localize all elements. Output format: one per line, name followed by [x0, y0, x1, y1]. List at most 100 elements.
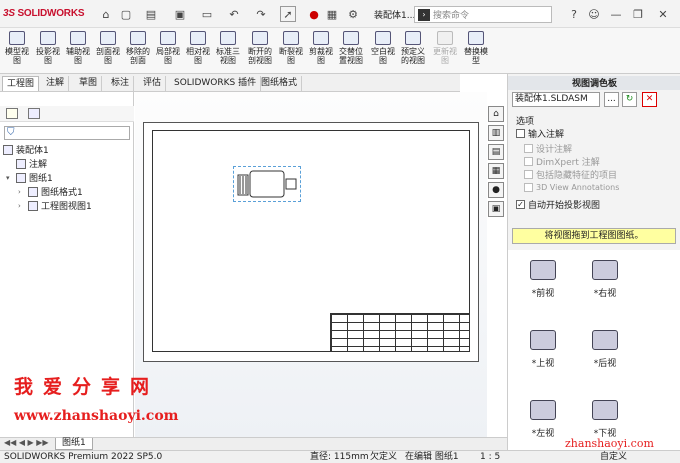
file-props-icon[interactable]: ▦ [324, 6, 340, 22]
status-custom[interactable]: 自定义 [600, 451, 627, 463]
tab-sheet-format[interactable]: 图纸格式 [257, 76, 303, 91]
print-icon[interactable]: ▭ [199, 6, 215, 22]
status-version: SOLIDWORKS Premium 2022 SP5.0 [4, 452, 163, 462]
command-manager: 模型视图 投影视图 辅助视图 剖面视图 移除的剖面 局部视图 相对视图 标准三视… [0, 28, 680, 74]
select-icon[interactable]: ➚ [280, 6, 296, 22]
appearances-icon[interactable]: ● [488, 182, 504, 198]
tab-sketch[interactable]: 草图 [75, 76, 103, 91]
auto-projected-view-checkbox[interactable]: ✓ 自动开始投影视图 [516, 198, 600, 211]
tab-evaluate[interactable]: 评估 [139, 76, 167, 91]
section-view-button[interactable]: 剖面视图 [93, 31, 123, 65]
drag-hint-banner: 将视图拖到工程图图纸。 [512, 228, 676, 244]
tree-item-drawing-view[interactable]: › 工程图视图1 [18, 199, 92, 212]
view-bottom[interactable]: *下视 [580, 400, 630, 439]
resources-icon[interactable]: ⌂ [488, 106, 504, 122]
open-icon[interactable]: ▤ [143, 6, 159, 22]
removed-section-icon [130, 31, 146, 45]
checkbox-unchecked-icon [516, 129, 525, 138]
watermark-title: 我爱分享网 [14, 376, 160, 398]
tab-annotation[interactable]: 注解 [42, 76, 70, 91]
empty-view-button[interactable]: 空白视图 [368, 31, 398, 65]
model-view-button[interactable]: 模型视图 [2, 31, 32, 65]
tab-drawing[interactable]: 工程图 [2, 76, 40, 91]
view-right[interactable]: *右视 [580, 260, 630, 299]
tree-item-sheet[interactable]: ▾ 图纸1 [6, 171, 53, 184]
replace-model-icon [468, 31, 484, 45]
drawing-view[interactable] [233, 166, 301, 202]
gear-icon[interactable]: ⚙ [345, 6, 361, 22]
tree-item-assembly[interactable]: 装配体1 [3, 143, 49, 156]
auxiliary-view-button[interactable]: 辅助视图 [63, 31, 93, 65]
relative-view-button[interactable]: 相对视图 [183, 31, 213, 65]
view-top[interactable]: *上视 [518, 330, 568, 369]
design-library-icon[interactable]: ▥ [488, 125, 504, 141]
tree-item-annotations[interactable]: 注解 [16, 157, 47, 170]
new-icon[interactable]: ▢ [118, 6, 134, 22]
tree-filter-input[interactable]: ⛉ [4, 126, 130, 140]
status-scale[interactable]: 1 : 5 [480, 451, 500, 463]
relative-view-icon [190, 31, 206, 45]
tree-item-sheet-format[interactable]: › 图纸格式1 [18, 185, 83, 198]
undo-icon[interactable]: ↶ [226, 6, 242, 22]
hidden-features-checkbox: 包括隐藏特征的项目 [524, 168, 617, 181]
minimize-icon[interactable]: — [608, 6, 624, 22]
sheet-nav-arrows-icon[interactable]: ◀◀ ◀ ▶ ▶▶ [4, 438, 49, 447]
redo-icon: ↷ [256, 7, 266, 21]
view-front[interactable]: *前视 [518, 260, 568, 299]
view-palette-icon[interactable]: ▦ [488, 163, 504, 179]
save-icon[interactable]: ▣ [172, 6, 188, 22]
view-thumbnails: *前视 *右视 *上视 *后视 *左视 *下视 [508, 250, 680, 450]
traffic-light-icon[interactable]: ● [306, 6, 322, 22]
watermark-url: www.zhanshaoyi.com [14, 408, 179, 424]
title-bar: 3S SOLIDWORKS ⌂ ▢ ▤ ▣ ▭ ↶ ↷ ➚ ● ▦ ⚙ 装配体1… [0, 0, 680, 28]
import-annotations-checkbox[interactable]: 输入注解 [516, 127, 564, 140]
watermark-url-small: zhanshaoyi.com [565, 437, 654, 450]
drawing-view-icon [28, 200, 38, 211]
search-input[interactable]: › 搜索命令 [414, 6, 552, 23]
refresh-icon[interactable]: ↻ [622, 92, 637, 107]
collapse-arrow-icon[interactable]: ▾ [6, 174, 14, 182]
browse-button[interactable]: ... [604, 92, 619, 107]
detail-view-button[interactable]: 局部视图 [153, 31, 183, 65]
crop-view-icon [313, 31, 329, 45]
view-left[interactable]: *左视 [518, 400, 568, 439]
command-prompt-icon: › [418, 8, 430, 21]
property-manager-icon[interactable] [28, 108, 40, 119]
replace-model-button[interactable]: 替换模型 [461, 31, 491, 65]
crop-view-button[interactable]: 剪裁视图 [306, 31, 336, 65]
predefined-view-button[interactable]: 预定义的视图 [398, 31, 428, 65]
home-icon[interactable]: ⌂ [98, 6, 114, 22]
view-back[interactable]: *后视 [580, 330, 630, 369]
palette-file-select[interactable]: 装配体1.SLDASM [512, 92, 600, 107]
sheet-icon [16, 172, 26, 183]
checkbox-unchecked-icon [524, 170, 533, 179]
sheet-tab[interactable]: 图纸1 [55, 438, 93, 450]
tab-markup[interactable]: 标注 [107, 76, 135, 91]
projected-view-button[interactable]: 投影视图 [33, 31, 63, 65]
standard-3-view-button[interactable]: 标准三视图 [213, 31, 243, 65]
maximize-icon[interactable]: ❐ [630, 6, 646, 22]
broken-out-section-button[interactable]: 断开的剖视图 [245, 31, 275, 65]
file-explorer-icon[interactable]: ▤ [488, 144, 504, 160]
3d-view-annotations-checkbox: 3D View Annotations [524, 183, 619, 192]
tab-addins[interactable]: SOLIDWORKS 插件 [170, 76, 262, 91]
user-icon[interactable]: ☺ [586, 6, 602, 22]
status-diameter: 直径: 115mm [310, 452, 369, 462]
document-title: 装配体1... [374, 11, 416, 21]
view-palette: 视图调色板 装配体1.SLDASM ... ↻ ✕ 选项 输入注解 设计注解 D… [507, 74, 680, 450]
feature-tree-icon[interactable] [6, 108, 18, 119]
clear-icon[interactable]: ✕ [642, 92, 657, 107]
close-icon[interactable]: ✕ [655, 6, 671, 22]
removed-section-button[interactable]: 移除的剖面 [123, 31, 153, 65]
expand-arrow-icon[interactable]: › [18, 202, 26, 210]
help-icon[interactable]: ? [566, 6, 582, 22]
break-view-button[interactable]: 断裂视图 [276, 31, 306, 65]
alternate-position-button[interactable]: 交替位置视图 [336, 31, 366, 65]
empty-view-icon [375, 31, 391, 45]
task-pane-tabs: ⌂ ▥ ▤ ▦ ● ▣ [488, 106, 506, 217]
custom-properties-icon[interactable]: ▣ [488, 201, 504, 217]
model-view-icon [9, 31, 25, 45]
standard-3-view-icon [220, 31, 236, 45]
left-view-icon [530, 400, 556, 420]
expand-arrow-icon[interactable]: › [18, 188, 26, 196]
